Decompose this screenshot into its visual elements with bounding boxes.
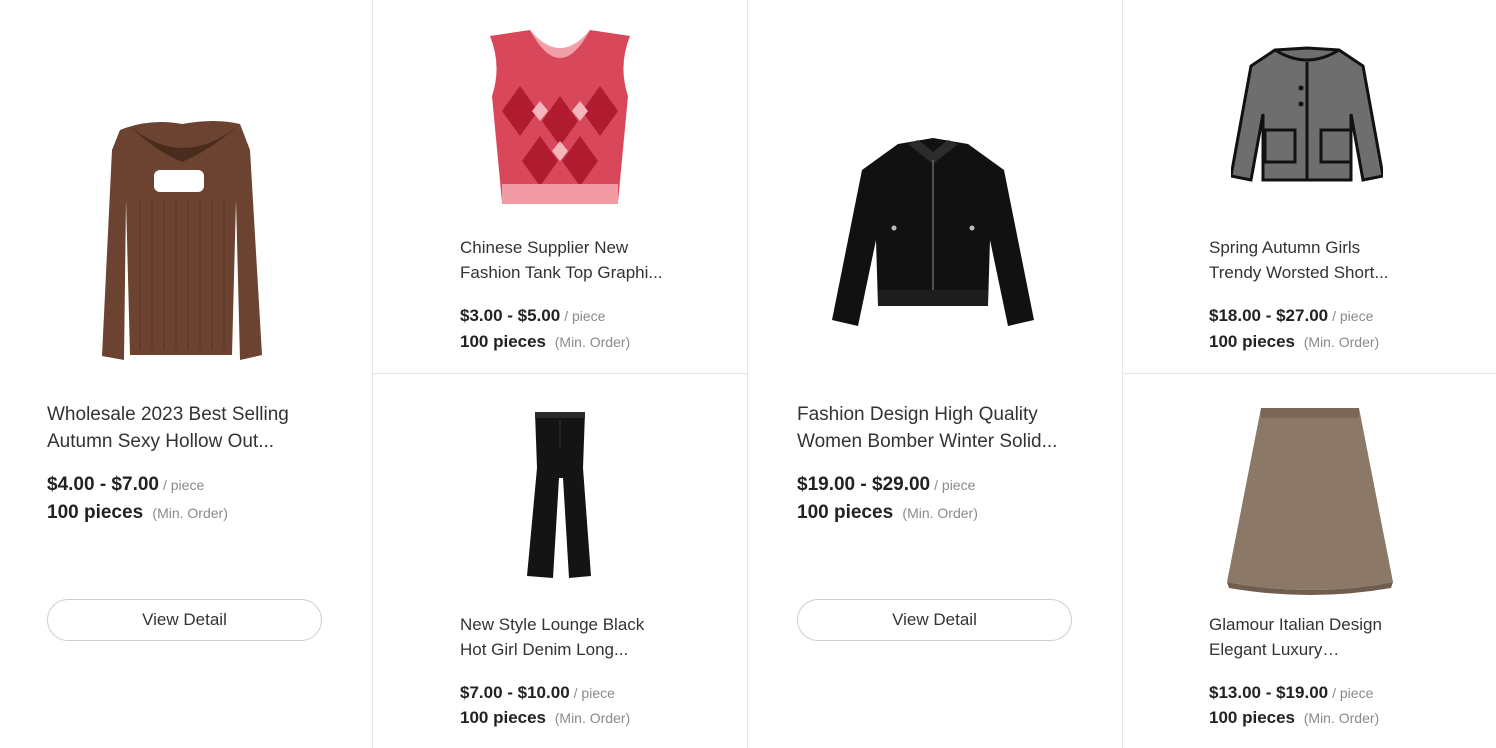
price-range: $4.00 - $7.00 bbox=[47, 474, 159, 495]
min-order-note: (Min. Order) bbox=[1303, 334, 1380, 350]
price-range: $7.00 - $10.00 bbox=[460, 683, 570, 702]
product-card[interactable]: New Style Lounge Black Hot Girl Denim Lo… bbox=[373, 374, 747, 748]
min-order-qty: 100 pieces bbox=[47, 502, 144, 523]
product-price: $4.00 - $7.00/ piece bbox=[47, 474, 204, 496]
product-title[interactable]: Chinese Supplier New Fashion Tank Top Gr… bbox=[460, 235, 665, 285]
min-order-qty: 100 pieces bbox=[460, 332, 547, 351]
price-unit: / piece bbox=[1332, 308, 1374, 324]
price-range: $13.00 - $19.00 bbox=[1209, 683, 1329, 702]
min-order-qty: 100 pieces bbox=[460, 708, 547, 727]
product-price: $3.00 - $5.00/ piece bbox=[460, 306, 605, 326]
min-order: 100 pieces (Min. Order) bbox=[47, 502, 228, 524]
price-unit: / piece bbox=[1332, 685, 1374, 701]
product-price: $7.00 - $10.00/ piece bbox=[460, 683, 615, 703]
price-range: $3.00 - $5.00 bbox=[460, 306, 561, 325]
product-card[interactable]: Fashion Design High Quality Women Bomber… bbox=[748, 0, 1122, 748]
min-order-note: (Min. Order) bbox=[902, 505, 978, 521]
product-image-tan-skirt[interactable] bbox=[1225, 402, 1395, 596]
min-order-qty: 100 pieces bbox=[1209, 332, 1296, 351]
product-price: $18.00 - $27.00/ piece bbox=[1209, 306, 1373, 326]
product-card[interactable]: Glamour Italian Design Elegant Luxury Eu… bbox=[1123, 374, 1496, 748]
price-unit: / piece bbox=[162, 477, 205, 493]
price-unit: / piece bbox=[573, 685, 615, 701]
min-order: 100 pieces (Min. Order) bbox=[1209, 332, 1379, 352]
product-title[interactable]: New Style Lounge Black Hot Girl Denim Lo… bbox=[460, 612, 665, 662]
min-order: 100 pieces (Min. Order) bbox=[797, 502, 978, 524]
product-card[interactable]: Spring Autumn Girls Trendy Worsted Short… bbox=[1123, 0, 1496, 373]
product-image-red-argyle-vest[interactable] bbox=[460, 16, 660, 216]
min-order-note: (Min. Order) bbox=[554, 334, 631, 350]
view-detail-button[interactable]: View Detail bbox=[797, 599, 1072, 641]
min-order: 100 pieces (Min. Order) bbox=[1209, 708, 1379, 728]
min-order: 100 pieces (Min. Order) bbox=[460, 332, 630, 352]
product-image-tweed-jacket[interactable] bbox=[1231, 44, 1383, 186]
product-card[interactable]: Chinese Supplier New Fashion Tank Top Gr… bbox=[373, 0, 747, 373]
min-order-note: (Min. Order) bbox=[152, 505, 228, 521]
product-image-black-flare-jeans[interactable] bbox=[513, 408, 608, 580]
min-order-note: (Min. Order) bbox=[554, 710, 631, 726]
product-title[interactable]: Spring Autumn Girls Trendy Worsted Short… bbox=[1209, 235, 1414, 285]
min-order-qty: 100 pieces bbox=[1209, 708, 1296, 727]
product-card[interactable]: Wholesale 2023 Best Selling Autumn Sexy … bbox=[0, 0, 372, 748]
view-detail-button[interactable]: View Detail bbox=[47, 599, 322, 641]
min-order-qty: 100 pieces bbox=[797, 502, 894, 523]
product-image-black-bomber-jacket[interactable] bbox=[828, 130, 1038, 340]
price-range: $18.00 - $27.00 bbox=[1209, 306, 1329, 325]
product-title[interactable]: Fashion Design High Quality Women Bomber… bbox=[797, 401, 1067, 455]
price-unit: / piece bbox=[934, 477, 976, 493]
min-order: 100 pieces (Min. Order) bbox=[460, 708, 630, 728]
product-price: $19.00 - $29.00/ piece bbox=[797, 474, 975, 496]
price-unit: / piece bbox=[564, 308, 606, 324]
product-title[interactable]: Glamour Italian Design Elegant Luxury Eu… bbox=[1209, 612, 1414, 662]
product-title[interactable]: Wholesale 2023 Best Selling Autumn Sexy … bbox=[47, 401, 317, 455]
price-range: $19.00 - $29.00 bbox=[797, 474, 931, 495]
product-price: $13.00 - $19.00/ piece bbox=[1209, 683, 1373, 703]
product-image-brown-sweater[interactable] bbox=[90, 110, 275, 365]
min-order-note: (Min. Order) bbox=[1303, 710, 1380, 726]
